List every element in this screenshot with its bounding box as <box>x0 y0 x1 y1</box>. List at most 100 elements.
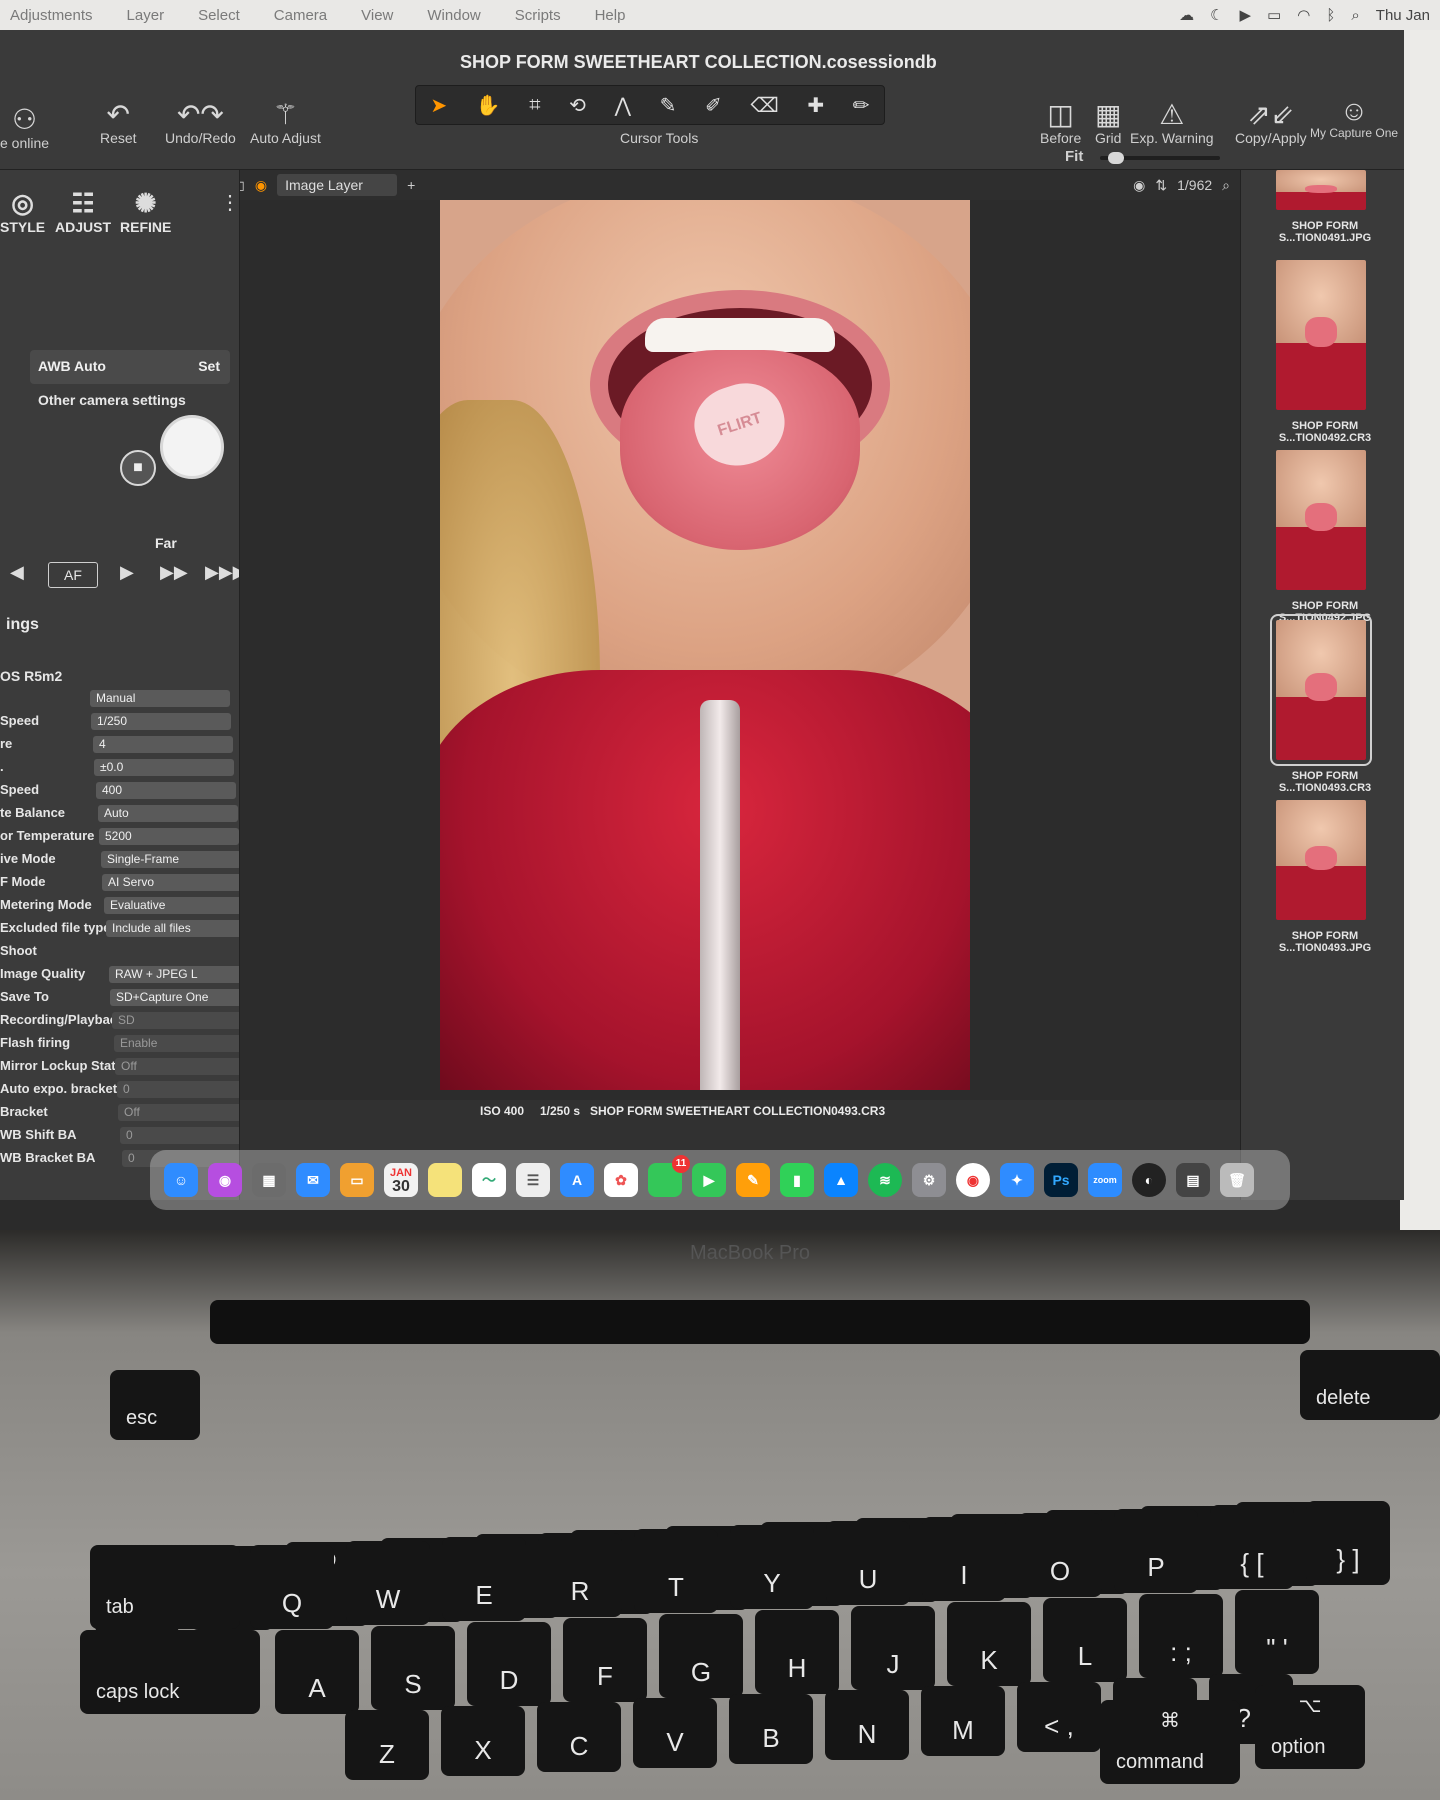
finder-icon[interactable]: ☺ <box>164 1163 198 1197</box>
letter-key[interactable]: Y <box>730 1525 814 1609</box>
setting-value[interactable]: 0 <box>120 1127 239 1144</box>
auto-adjust-button[interactable]: ⚚ Auto Adjust <box>250 100 321 147</box>
heal-icon[interactable]: ✚ <box>807 93 824 118</box>
numbers-icon[interactable]: ▮ <box>780 1163 814 1197</box>
settings-icon[interactable]: ⚙ <box>912 1163 946 1197</box>
letter-key[interactable]: < , <box>1017 1682 1101 1752</box>
wifi-icon[interactable]: ◠ <box>1297 6 1310 24</box>
zoom-fit-label[interactable]: Fit <box>1065 148 1083 165</box>
bluetooth-icon[interactable]: ᛒ <box>1326 7 1335 24</box>
letter-key[interactable]: X <box>441 1706 525 1776</box>
spotlight-search-icon[interactable]: ⌕ <box>1351 7 1359 24</box>
menu-scripts[interactable]: Scripts <box>515 7 561 24</box>
play-icon[interactable]: ▶ <box>1240 6 1252 24</box>
folder-icon[interactable]: ▭ <box>340 1163 374 1197</box>
copy-apply-button[interactable]: ⇗⇙ Copy/Apply <box>1235 100 1307 147</box>
white-balance-row[interactable]: AWB Auto Set <box>30 350 230 384</box>
letter-key[interactable]: M <box>921 1686 1005 1756</box>
letter-key[interactable]: I <box>922 1517 1006 1601</box>
letter-key[interactable]: " ' <box>1235 1590 1319 1674</box>
overlay-icon[interactable]: ◉ <box>255 177 267 194</box>
crop-icon[interactable]: ⌗ <box>529 94 540 117</box>
focus-step3-icon[interactable]: ▶▶▶ <box>205 562 239 583</box>
annotate-icon[interactable]: ✏ <box>853 93 870 118</box>
more-icon[interactable]: ⋮ <box>220 190 239 215</box>
letter-key[interactable]: H <box>755 1610 839 1694</box>
tab-adjust[interactable]: ☷ ADJUST <box>55 188 111 235</box>
safari-icon[interactable]: ✦ <box>1000 1163 1034 1197</box>
letter-key[interactable]: { [ <box>1210 1505 1294 1589</box>
thumbnail[interactable] <box>1276 450 1366 590</box>
keynote-icon[interactable]: ▲ <box>824 1163 858 1197</box>
calendar-icon[interactable]: JAN 30 <box>384 1163 418 1197</box>
letter-key[interactable]: T <box>634 1529 718 1613</box>
setting-value[interactable]: Off <box>115 1058 239 1075</box>
setting-value[interactable]: AI Servo <box>102 874 239 891</box>
letter-key[interactable]: Z <box>345 1710 429 1780</box>
letter-key[interactable]: B <box>729 1694 813 1764</box>
freeform-icon[interactable]: 〜 <box>472 1163 506 1197</box>
exp-warning-button[interactable]: ⚠ Exp. Warning <box>1130 100 1214 147</box>
layer-select[interactable]: Image Layer <box>277 174 398 196</box>
tab-refine[interactable]: ✺ REFINE <box>120 188 171 235</box>
wb-set-button[interactable]: Set <box>198 358 220 374</box>
letter-key[interactable]: : ; <box>1139 1594 1223 1678</box>
maps-icon[interactable]: A <box>560 1163 594 1197</box>
before-button[interactable]: ◫ Before <box>1040 100 1081 147</box>
tab-key[interactable]: tab <box>90 1545 240 1629</box>
menu-help[interactable]: Help <box>595 7 626 24</box>
touch-bar[interactable] <box>210 1300 1310 1344</box>
video-record-icon[interactable]: ■ <box>120 450 156 486</box>
setting-value[interactable]: Off <box>118 1104 239 1121</box>
pages-icon[interactable]: ✎ <box>736 1163 770 1197</box>
reset-button[interactable]: ↶ Reset <box>100 100 137 147</box>
moon-icon[interactable]: ☾ <box>1210 6 1223 24</box>
menu-clock[interactable]: Thu Jan <box>1376 7 1430 24</box>
letter-key[interactable]: G <box>659 1614 743 1698</box>
picker-icon[interactable]: ✎ <box>660 93 677 118</box>
letter-key[interactable]: V <box>633 1698 717 1768</box>
caps-lock-key[interactable]: caps lock <box>80 1630 260 1714</box>
esc-key[interactable]: esc <box>110 1370 200 1440</box>
letter-key[interactable]: U <box>826 1521 910 1605</box>
delete-key[interactable]: delete <box>1300 1350 1440 1420</box>
letter-key[interactable]: W <box>346 1541 430 1625</box>
letter-key[interactable]: Q <box>250 1545 334 1629</box>
grid-button[interactable]: ▦ Grid <box>1095 100 1121 147</box>
pan-hand-icon[interactable]: ✋ <box>476 93 501 118</box>
setting-value[interactable]: Manual <box>90 690 230 707</box>
letter-key[interactable]: N <box>825 1690 909 1760</box>
setting-value[interactable]: ±0.0 <box>94 759 234 776</box>
capture-button[interactable] <box>160 415 224 479</box>
letter-key[interactable]: } ] <box>1306 1501 1390 1585</box>
menu-select[interactable]: Select <box>198 7 240 24</box>
letter-key[interactable]: C <box>537 1702 621 1772</box>
setting-value[interactable]: Evaluative <box>104 897 239 914</box>
option-key[interactable]: ⌥ option <box>1255 1685 1365 1769</box>
downloads-stack-icon[interactable]: ▤ <box>1176 1163 1210 1197</box>
menu-camera[interactable]: Camera <box>274 7 327 24</box>
thumbnail[interactable] <box>1270 614 1372 766</box>
brush-icon[interactable]: ✐ <box>705 93 722 118</box>
focus-step2-icon[interactable]: ▶▶ <box>160 562 188 583</box>
notes-icon[interactable] <box>428 1163 462 1197</box>
eraser-icon[interactable]: ⌫ <box>750 93 778 118</box>
thumbnail[interactable] <box>1276 800 1366 920</box>
setting-value[interactable]: 400 <box>96 782 236 799</box>
menu-adjustments[interactable]: Adjustments <box>10 7 93 24</box>
letter-key[interactable]: O <box>1018 1513 1102 1597</box>
letter-key[interactable]: P <box>1114 1509 1198 1593</box>
setting-value[interactable]: 1/250 <box>91 713 231 730</box>
focus-near-icon[interactable]: ◀ <box>10 562 24 582</box>
setting-value[interactable]: Enable <box>114 1035 239 1052</box>
focus-step-icon[interactable]: ▶ <box>120 562 134 583</box>
letter-key[interactable]: R <box>538 1533 622 1617</box>
other-camera-settings[interactable]: Other camera settings <box>38 392 186 408</box>
eye-icon[interactable]: ◉ <box>1133 177 1145 194</box>
letter-key[interactable]: J <box>851 1606 935 1690</box>
letter-key[interactable]: K <box>947 1602 1031 1686</box>
menu-window[interactable]: Window <box>427 7 480 24</box>
select-cursor-icon[interactable]: ➤ <box>430 93 447 118</box>
tab-style[interactable]: ◎ STYLE <box>0 188 45 235</box>
add-layer-icon[interactable]: + <box>407 177 415 193</box>
